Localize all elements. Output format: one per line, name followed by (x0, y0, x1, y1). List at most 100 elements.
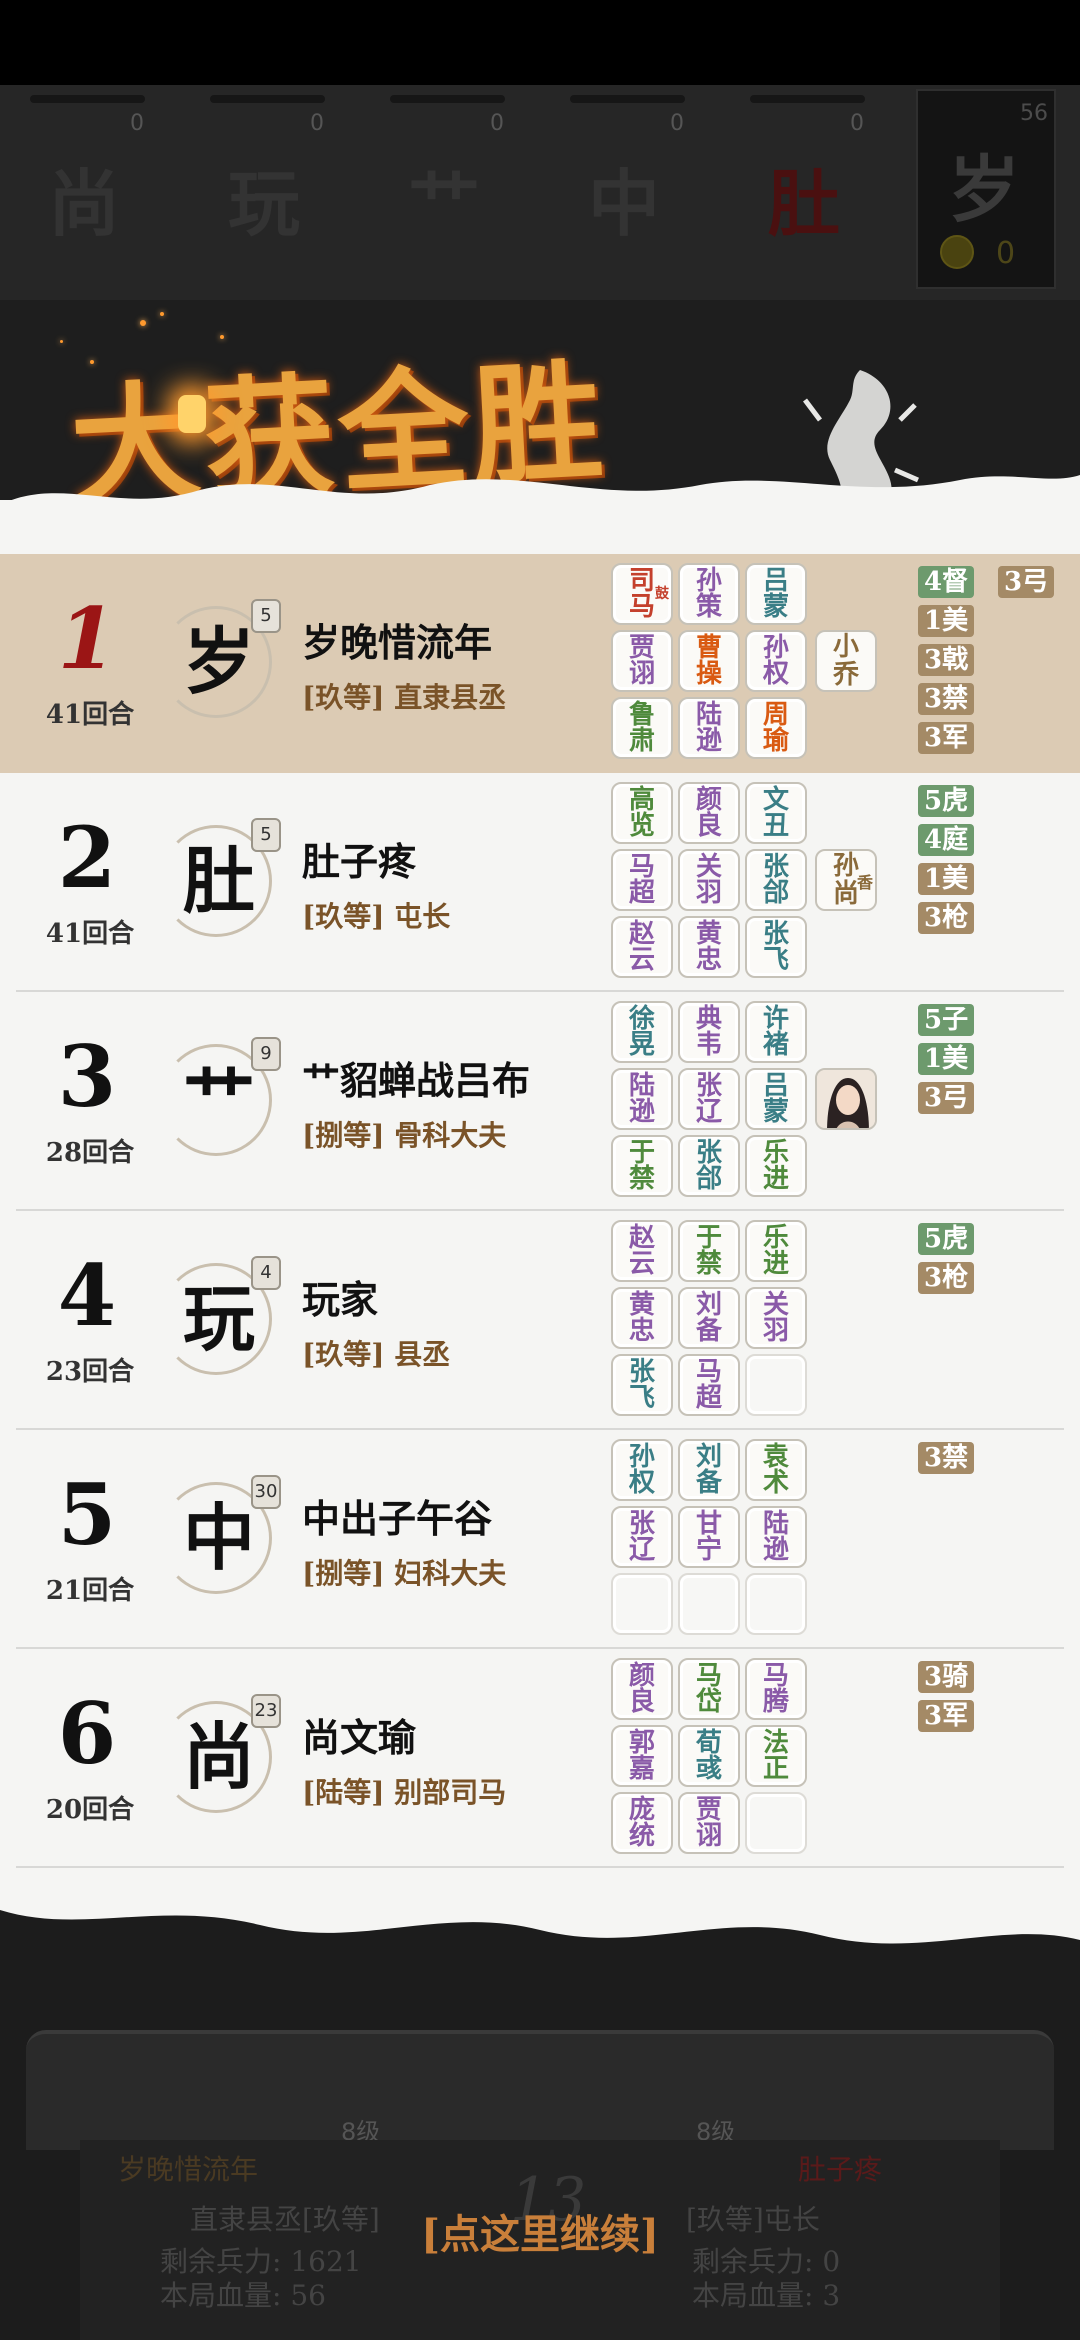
hero-card[interactable]: 张飞 (745, 916, 807, 978)
hero-card[interactable]: 于禁 (678, 1220, 740, 1282)
hero-card[interactable]: 文丑 (745, 782, 807, 844)
hero-card[interactable]: 贾诩 (678, 1792, 740, 1854)
hero-grid: 孙权刘备袁术张辽甘宁陆逊 (611, 1439, 811, 1644)
hero-name-char: 许 (762, 1004, 789, 1034)
hero-name-char: 郃 (762, 878, 789, 908)
hp-bar (750, 95, 865, 103)
spark-icon (140, 320, 146, 326)
hero-name-char: 徐 (628, 1004, 655, 1034)
hero-grid: 司马鼓孙策吕蒙贾诩曹操孙权鲁肃陆逊周瑜 (611, 563, 811, 768)
hero-card[interactable]: 吕蒙 (745, 1068, 807, 1130)
hero-card[interactable]: 周瑜 (745, 697, 807, 759)
hero-card[interactable]: 黄忠 (678, 916, 740, 978)
hero-card[interactable]: 许褚 (745, 1001, 807, 1063)
hero-card[interactable]: 徐晃 (611, 1001, 673, 1063)
hero-slot-empty (611, 1573, 673, 1635)
player-avatar[interactable]: 肚5 (160, 818, 281, 937)
hero-name-char: 吕 (762, 1071, 789, 1101)
hero-name-char: 览 (628, 811, 655, 841)
level-badge: 23 (251, 1694, 281, 1728)
players-bar: 0 尚 0 玩 0 艹 0 中 0 肚 56 岁 0 (0, 85, 1080, 300)
rank-number: 5 (57, 1465, 117, 1564)
player-avatar[interactable]: 尚 23 (160, 1694, 281, 1813)
hero-card[interactable]: 关羽 (678, 849, 740, 911)
hero-card[interactable]: 黄忠 (611, 1287, 673, 1349)
hero-card[interactable]: 马岱 (678, 1658, 740, 1720)
hero-card[interactable]: 赵云 (611, 916, 673, 978)
hero-card[interactable]: 刘备 (678, 1287, 740, 1349)
extra-hero-card[interactable]: 小乔 (815, 630, 877, 692)
hero-card[interactable]: 郭嘉 (611, 1725, 673, 1787)
hero-name-char: 进 (762, 1164, 789, 1194)
hero-card[interactable]: 荀彧 (678, 1725, 740, 1787)
left-player-title: 直隶县丞[玖等] (190, 2203, 380, 2236)
hero-card[interactable]: 赵云 (611, 1220, 673, 1282)
hero-card[interactable]: 刘备 (678, 1439, 740, 1501)
hero-card[interactable]: 乐进 (745, 1220, 807, 1282)
hero-name-char: 赵 (628, 1223, 655, 1253)
player-avatar[interactable]: 中 30 (160, 1475, 281, 1594)
hero-card[interactable]: 法正 (745, 1725, 807, 1787)
hero-name-char: 甘 (695, 1509, 722, 1539)
hero-card[interactable]: 甘宁 (678, 1506, 740, 1568)
hero-card[interactable]: 鲁肃 (611, 697, 673, 759)
hero-name-char: 张 (628, 1509, 655, 1539)
player-avatar[interactable]: 艹9 (160, 1037, 281, 1156)
hero-name-char: 刘 (695, 1290, 722, 1320)
hero-card[interactable]: 颜良 (611, 1658, 673, 1720)
hero-name-char: 郭 (628, 1728, 655, 1758)
hero-card[interactable]: 陆逊 (678, 697, 740, 759)
hero-card[interactable]: 袁术 (745, 1439, 807, 1501)
hero-card[interactable]: 贾诩 (611, 630, 673, 692)
ranking-row: 1 41回合岁 5 岁晚惜流年 [玖等] 直隶县丞司马鼓孙策吕蒙贾诩曹操孙权鲁肃陆逊周瑜… (0, 554, 1080, 773)
hero-card[interactable]: 张辽 (678, 1068, 740, 1130)
hero-card[interactable]: 马超 (611, 849, 673, 911)
hero-card[interactable]: 张辽 (611, 1506, 673, 1568)
hero-card[interactable]: 乐进 (745, 1135, 807, 1197)
synergy-tag: 1美 (918, 1043, 975, 1075)
synergy-tag: 4督 (918, 566, 975, 598)
hero-card[interactable]: 关羽 (745, 1287, 807, 1349)
rounds-count: 41回合 (45, 919, 135, 949)
hero-name-char: 马 (695, 1661, 722, 1691)
hero-name-char: 操 (695, 659, 722, 689)
hero-card[interactable]: 张郃 (678, 1135, 740, 1197)
player-slot-char: 尚 (48, 161, 121, 246)
hero-name-char: 逊 (762, 1535, 789, 1565)
hero-name-char: 法 (762, 1728, 789, 1758)
hero-card[interactable]: 于禁 (611, 1135, 673, 1197)
hero-slot-empty (745, 1573, 807, 1635)
synergy-tag: 3禁 (918, 683, 975, 715)
hero-name-char: 丑 (762, 811, 789, 841)
hero-card[interactable]: 张郃 (745, 849, 807, 911)
hero-card[interactable]: 司马鼓 (611, 563, 673, 625)
continue-button[interactable]: [点这里继续] (410, 2205, 670, 2265)
hero-card[interactable]: 陆逊 (745, 1506, 807, 1568)
hero-card[interactable]: 庞统 (611, 1792, 673, 1854)
hero-card[interactable]: 张飞 (611, 1354, 673, 1416)
hero-grid: 颜良马岱马腾郭嘉荀彧法正庞统贾诩 (611, 1658, 811, 1863)
hero-card[interactable]: 典韦 (678, 1001, 740, 1063)
hero-card[interactable]: 高览 (611, 782, 673, 844)
player-rank-title: [捌等] 妇科大夫 (302, 1557, 507, 1590)
hero-card[interactable]: 孙权 (611, 1439, 673, 1501)
hero-card[interactable]: 孙权 (745, 630, 807, 692)
hero-name-char: 张 (695, 1071, 722, 1101)
hero-portrait[interactable] (815, 1068, 877, 1130)
hero-name-char: 策 (695, 592, 722, 622)
hero-name-char: 贾 (628, 633, 655, 663)
player-avatar[interactable]: 岁5 (160, 599, 281, 718)
hero-card[interactable]: 颜良 (678, 782, 740, 844)
hero-card[interactable]: 马超 (678, 1354, 740, 1416)
hero-card[interactable]: 孙策 (678, 563, 740, 625)
player-avatar[interactable]: 玩4 (160, 1256, 281, 1375)
hero-card[interactable]: 马腾 (745, 1658, 807, 1720)
extra-hero-card[interactable]: 孙尚香 (815, 849, 877, 911)
hero-name-char: 辽 (695, 1097, 722, 1127)
hero-card[interactable]: 曹操 (678, 630, 740, 692)
hero-card[interactable]: 吕蒙 (745, 563, 807, 625)
player-slot: 0 肚 (750, 95, 870, 285)
hero-name-char: 马 (628, 852, 655, 882)
hp-bar (390, 95, 505, 103)
hero-card[interactable]: 陆逊 (611, 1068, 673, 1130)
